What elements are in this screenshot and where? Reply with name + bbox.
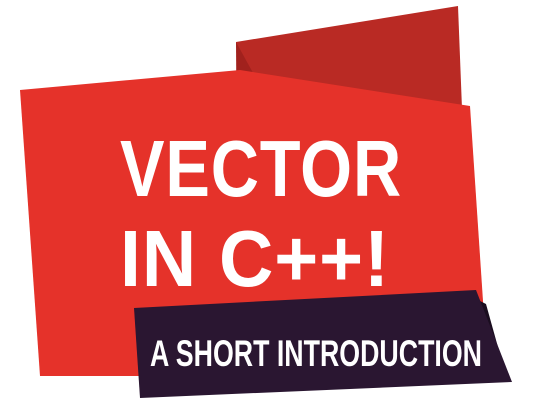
title-line-2: IN C++!	[120, 214, 390, 303]
subtitle: A SHORT INTRODUCTION	[150, 333, 482, 374]
title-line-1: VECTOR	[120, 124, 402, 213]
banner-graphic: VECTOR IN C++! A SHORT INTRODUCTION	[20, 6, 512, 398]
